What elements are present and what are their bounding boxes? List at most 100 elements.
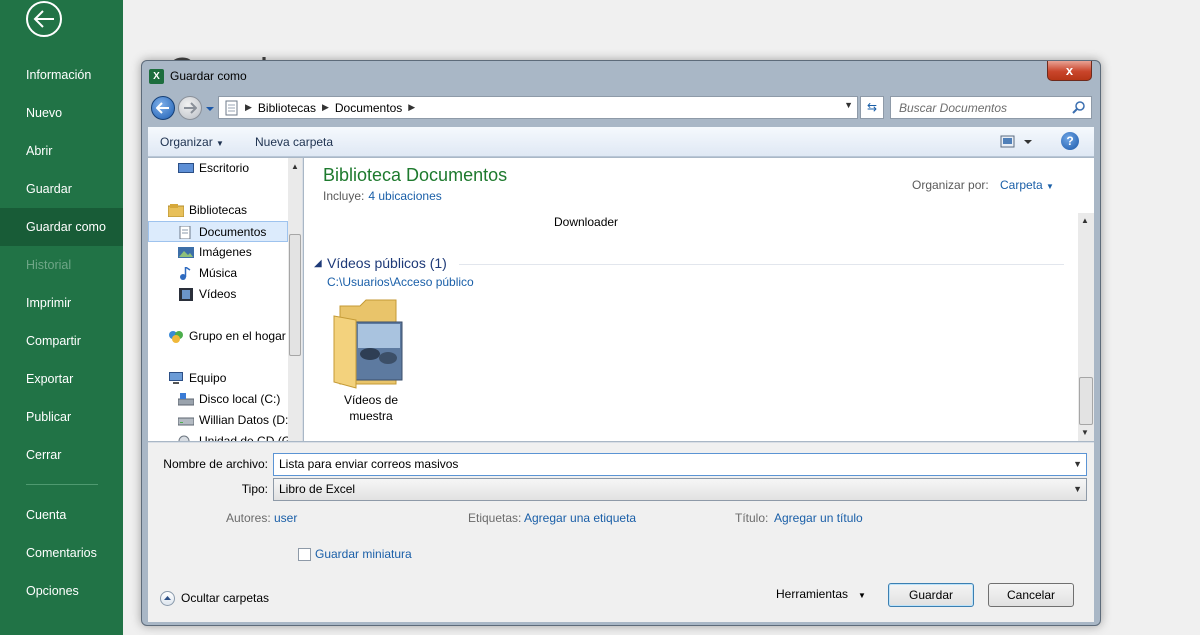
save-as-dialog: X Guardar como x ▶ Bibliotecas ▶ Documen… <box>141 60 1101 626</box>
sidebar-item-share[interactable]: Compartir <box>0 322 123 360</box>
sidebar-item-save[interactable]: Guardar <box>0 170 123 208</box>
backstage-sidebar: Información Nuevo Abrir Guardar Guardar … <box>0 0 123 635</box>
nav-label: Willian Datos (D: <box>199 413 288 427</box>
folder-icon <box>333 299 403 389</box>
breadcrumb-separator-icon: ▶ <box>408 102 416 112</box>
tools-label: Herramientas <box>776 587 849 601</box>
authors-label: Autores: <box>226 511 271 525</box>
group-header[interactable]: Vídeos públicos (1) <box>327 255 447 271</box>
arrange-by-label: Organizar por: <box>912 178 989 192</box>
nav-item-grupo-hogar[interactable]: Grupo en el hogar <box>148 326 288 347</box>
homegroup-icon <box>169 331 183 343</box>
forward-nav-button[interactable] <box>178 96 202 120</box>
breadcrumb-separator-icon: ▶ <box>321 102 329 112</box>
file-list-scrollbar[interactable]: ▲ ▼ <box>1078 213 1094 441</box>
file-list-pane: Biblioteca Documentos Incluye: 4 ubicacio… <box>304 158 1094 441</box>
address-bar[interactable]: ▶ Bibliotecas ▶ Documentos ▶ ▼ <box>218 96 858 119</box>
group-divider <box>459 264 1064 265</box>
tools-button[interactable]: Herramientas ▼ <box>776 587 866 601</box>
back-nav-button[interactable] <box>151 96 175 120</box>
chevron-down-icon[interactable]: ▼ <box>1073 454 1082 475</box>
address-dropdown-icon[interactable]: ▼ <box>844 100 853 110</box>
forward-arrow-icon <box>184 102 197 114</box>
chevron-down-icon: ▼ <box>1046 182 1054 191</box>
search-icon[interactable] <box>1072 100 1086 114</box>
filename-field[interactable]: Lista para enviar correos masivos ▼ <box>273 453 1087 476</box>
drive-icon <box>178 417 194 426</box>
nav-item-equipo[interactable]: Equipo <box>148 368 288 389</box>
file-item-downloader[interactable]: Downloader <box>554 215 618 229</box>
nav-pane-scrollbar[interactable]: ▲ <box>288 158 302 441</box>
organize-label: Organizar <box>160 135 213 149</box>
dialog-title: Guardar como <box>170 69 247 83</box>
breadcrumb-documentos[interactable]: Documentos <box>335 101 402 115</box>
sidebar-divider <box>26 484 98 485</box>
library-title: Biblioteca Documentos <box>323 165 508 185</box>
nav-item-unidad-cd[interactable]: Unidad de CD (G <box>148 431 288 441</box>
sidebar-item-close[interactable]: Cerrar <box>0 436 123 474</box>
filetype-select[interactable]: Libro de Excel ▼ <box>273 478 1087 501</box>
save-thumbnail-label[interactable]: Guardar miniatura <box>315 547 412 561</box>
excel-icon: X <box>149 69 164 84</box>
new-folder-button[interactable]: Nueva carpeta <box>255 135 333 149</box>
sidebar-item-new[interactable]: Nuevo <box>0 94 123 132</box>
scroll-up-icon[interactable]: ▲ <box>1081 216 1089 225</box>
sidebar-item-publish[interactable]: Publicar <box>0 398 123 436</box>
sidebar-item-print[interactable]: Imprimir <box>0 284 123 322</box>
title-label: Título: <box>735 511 769 525</box>
nav-item-escritorio[interactable]: Escritorio <box>148 158 288 179</box>
nav-label: Bibliotecas <box>189 203 248 217</box>
nav-item-musica[interactable]: Música <box>148 263 288 284</box>
scroll-up-icon[interactable]: ▲ <box>291 162 299 171</box>
tags-label: Etiquetas: <box>468 511 522 525</box>
chevron-down-icon[interactable]: ▼ <box>1073 479 1082 500</box>
arrange-by-value: Carpeta <box>1000 178 1043 192</box>
cancel-button[interactable]: Cancelar <box>988 583 1074 607</box>
refresh-button[interactable]: ⇆ <box>860 96 884 119</box>
nav-item-disco-c[interactable]: Disco local (C:) <box>148 389 288 410</box>
search-box[interactable] <box>890 96 1092 119</box>
nav-label: Grupo en el hogar <box>189 329 286 343</box>
recent-locations-chevron-icon[interactable] <box>205 104 215 114</box>
back-arrow-icon[interactable] <box>26 1 62 37</box>
sidebar-item-open[interactable]: Abrir <box>0 132 123 170</box>
nav-item-disco-d[interactable]: Willian Datos (D: <box>148 410 288 431</box>
scroll-down-icon[interactable]: ▼ <box>1081 428 1089 437</box>
tags-value[interactable]: Agregar una etiqueta <box>524 511 636 525</box>
includes-locations-link[interactable]: 4 ubicaciones <box>368 189 441 203</box>
change-view-button[interactable] <box>1000 133 1036 151</box>
sidebar-item-export[interactable]: Exportar <box>0 360 123 398</box>
organize-button[interactable]: Organizar ▼ <box>160 135 224 149</box>
breadcrumb-separator-icon: ▶ <box>245 102 252 112</box>
search-input[interactable] <box>899 100 1067 116</box>
scroll-thumb[interactable] <box>289 234 301 356</box>
nav-item-bibliotecas[interactable]: Bibliotecas <box>148 200 288 221</box>
sidebar-item-info[interactable]: Información <box>0 56 123 94</box>
sidebar-item-options[interactable]: Opciones <box>0 572 123 610</box>
music-icon <box>180 267 191 280</box>
help-icon[interactable]: ? <box>1061 132 1079 150</box>
filetype-label: Tipo: <box>241 482 268 496</box>
cd-drive-icon <box>178 435 190 441</box>
save-thumbnail-checkbox[interactable] <box>298 548 311 561</box>
nav-label: Documentos <box>199 225 267 239</box>
breadcrumb-bibliotecas[interactable]: Bibliotecas <box>258 101 316 115</box>
filetype-value: Libro de Excel <box>279 482 356 496</box>
collapse-group-icon[interactable]: ◢ <box>314 258 322 269</box>
nav-item-documentos[interactable]: Documentos <box>148 221 288 242</box>
filename-value: Lista para enviar correos masivos <box>279 457 459 471</box>
desktop-icon <box>178 163 194 173</box>
sidebar-item-account[interactable]: Cuenta <box>0 496 123 534</box>
nav-item-imagenes[interactable]: Imágenes <box>148 242 288 263</box>
nav-label: Equipo <box>189 371 227 385</box>
sidebar-item-feedback[interactable]: Comentarios <box>0 534 123 572</box>
sidebar-item-save-as[interactable]: Guardar como <box>0 208 123 246</box>
includes-label: Incluye: <box>323 189 365 203</box>
nav-item-videos[interactable]: Vídeos <box>148 284 288 305</box>
save-button[interactable]: Guardar <box>888 583 974 607</box>
arrange-by-dropdown[interactable]: Carpeta ▼ <box>1000 178 1054 192</box>
close-button[interactable]: x <box>1047 61 1092 81</box>
scroll-thumb[interactable] <box>1079 377 1093 425</box>
title-value[interactable]: Agregar un título <box>774 511 863 525</box>
authors-value[interactable]: user <box>274 511 297 525</box>
